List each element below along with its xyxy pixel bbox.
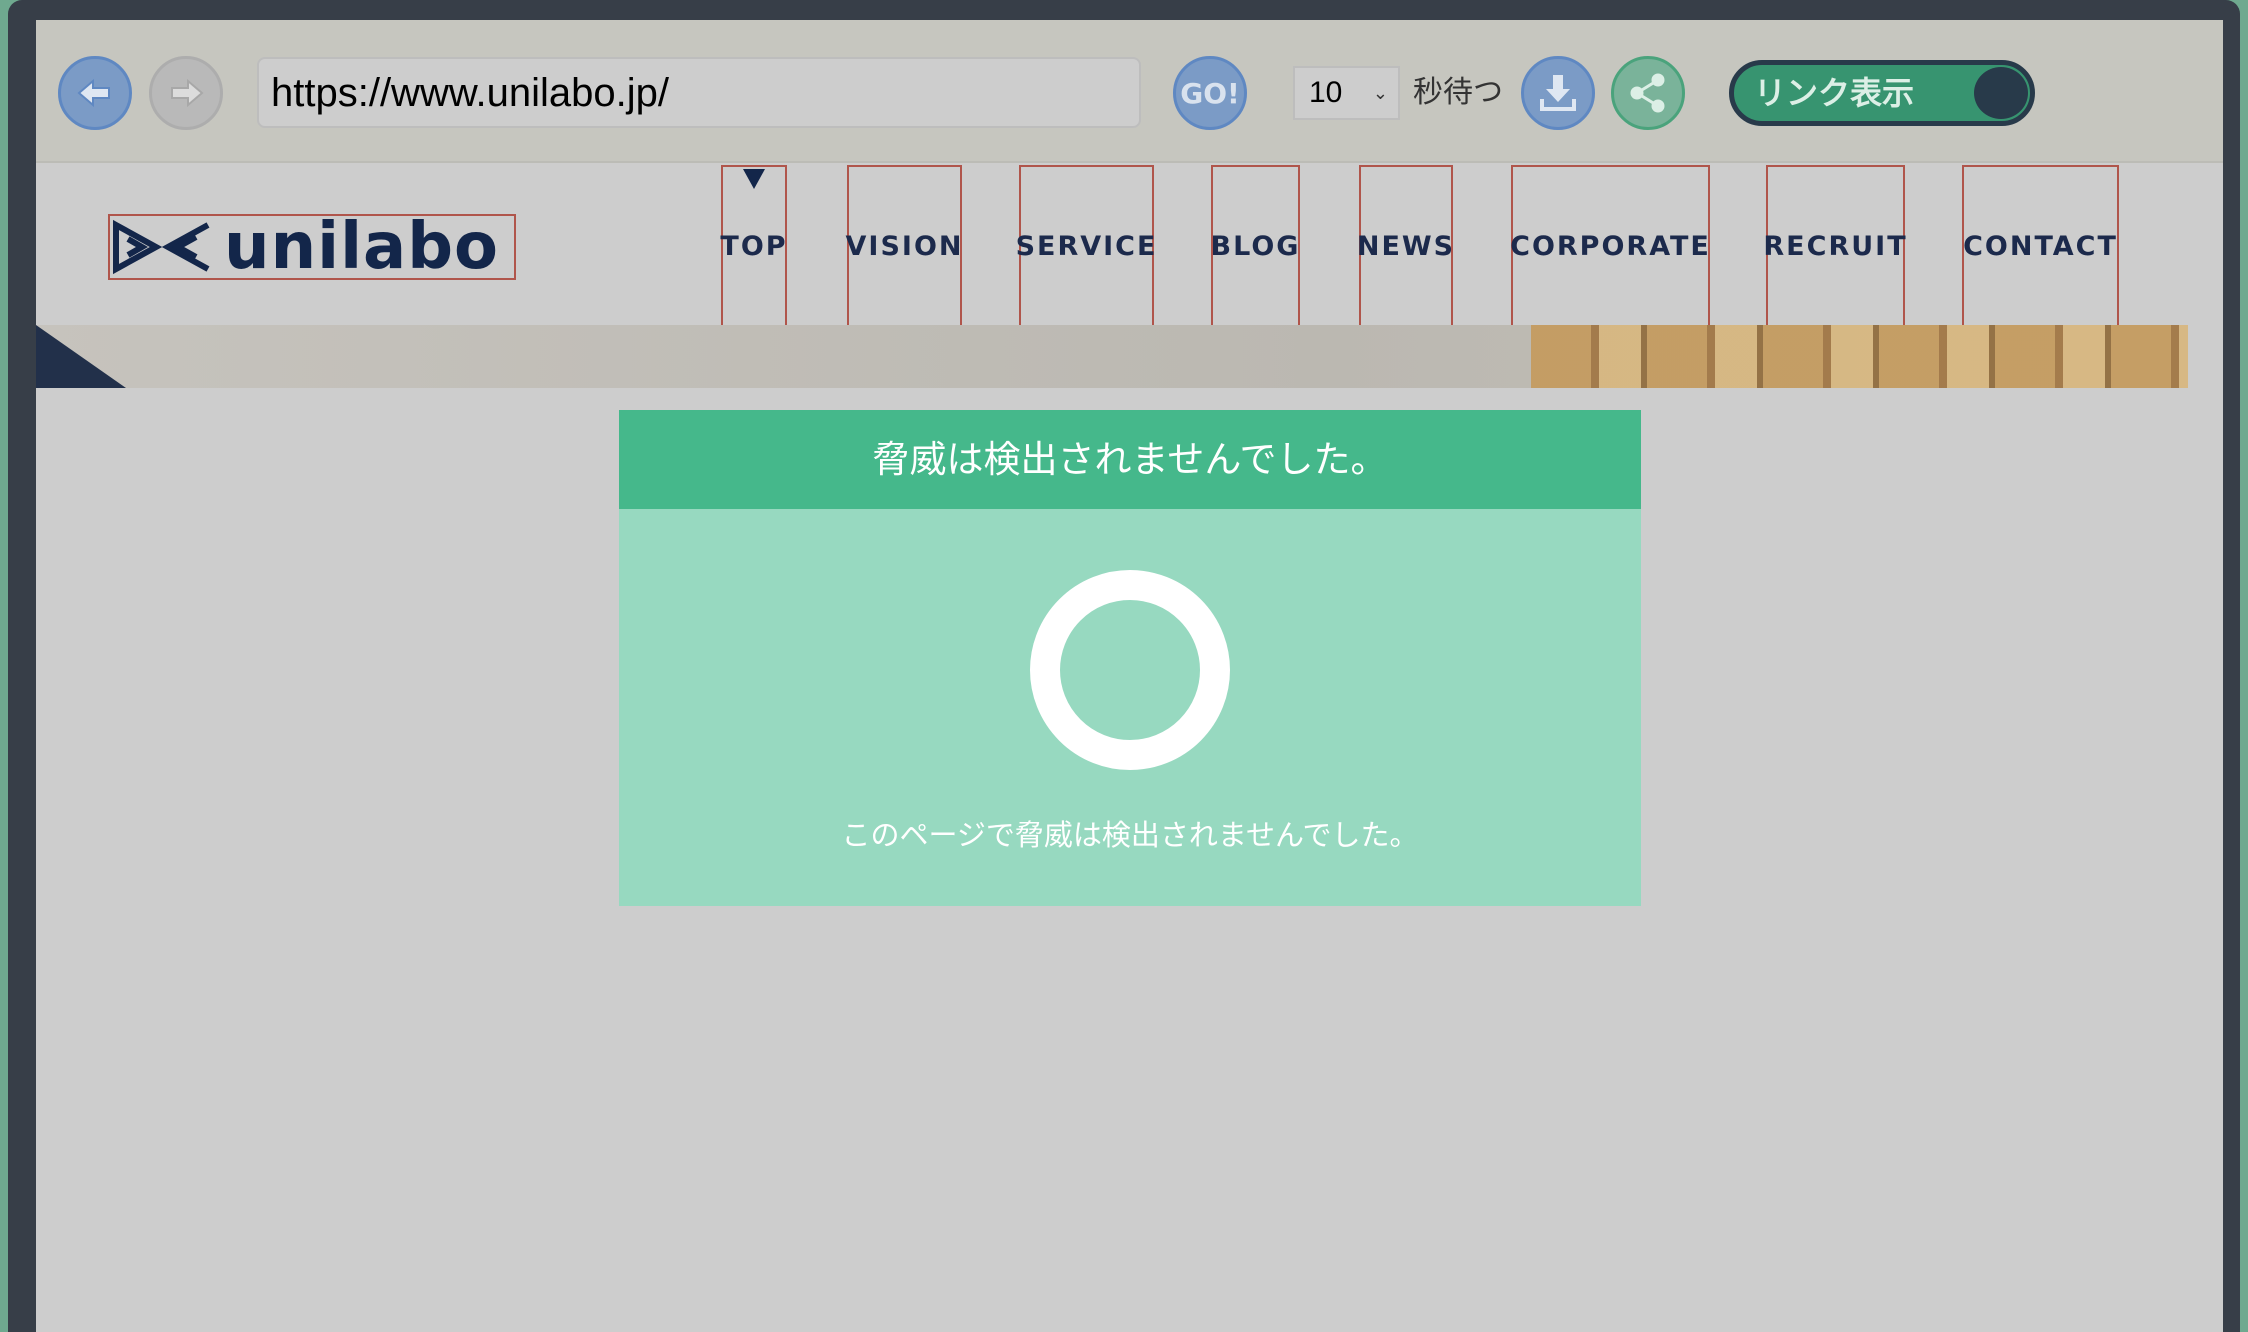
- chevron-down-icon: ⌄: [1372, 83, 1388, 103]
- nav-label: SERVICE: [1015, 230, 1158, 262]
- nav-label: TOP: [720, 230, 788, 262]
- nav-corporate[interactable]: CORPORATE: [1510, 165, 1711, 327]
- window-frame: https://www.unilabo.jp/ GO! 10 ⌄ 秒待つ リンク表…: [8, 0, 2240, 1332]
- site-logo[interactable]: unilabo: [108, 214, 516, 280]
- nav-label: RECRUIT: [1763, 230, 1908, 262]
- toggle-knob: [1974, 67, 2028, 119]
- nav-top[interactable]: TOP: [720, 165, 788, 327]
- wait-seconds-select[interactable]: 10 ⌄: [1293, 66, 1400, 120]
- toolbar: https://www.unilabo.jp/ GO! 10 ⌄ 秒待つ リンク表…: [36, 20, 2223, 163]
- logo-mark-icon: [113, 219, 210, 275]
- nav-label: VISION: [845, 230, 964, 262]
- nav-label: CONTACT: [1963, 230, 2118, 262]
- link-display-toggle[interactable]: リンク表示: [1729, 60, 2035, 126]
- share-icon: [1630, 73, 1665, 113]
- nav-label: CORPORATE: [1510, 230, 1711, 262]
- result-body: このページで脅威は検出されませんでした。: [619, 509, 1641, 906]
- result-title: 脅威は検出されませんでした。: [619, 410, 1641, 509]
- scan-result-panel: 脅威は検出されませんでした。 このページで脅威は検出されませんでした。: [619, 410, 1641, 906]
- download-icon: [1540, 75, 1576, 111]
- nav-label: NEWS: [1356, 230, 1456, 262]
- logo-text: unilabo: [224, 210, 499, 284]
- hero-banner: [36, 325, 2188, 388]
- arrow-right-icon: [171, 78, 204, 108]
- share-button[interactable]: [1611, 56, 1685, 130]
- nav-label: BLOG: [1210, 230, 1301, 262]
- url-input[interactable]: https://www.unilabo.jp/: [257, 57, 1141, 128]
- nav-blog[interactable]: BLOG: [1211, 165, 1300, 327]
- bookshelf-image: [1531, 325, 2188, 388]
- download-button[interactable]: [1521, 56, 1595, 130]
- link-display-label: リンク表示: [1754, 74, 1915, 112]
- browser-content: https://www.unilabo.jp/ GO! 10 ⌄ 秒待つ リンク表…: [36, 20, 2223, 1332]
- forward-button[interactable]: [149, 56, 223, 130]
- safe-circle-icon: [1030, 570, 1230, 770]
- result-message: このページで脅威は検出されませんでした。: [841, 818, 1419, 852]
- back-button[interactable]: [58, 56, 132, 130]
- wait-seconds-value: 10: [1309, 76, 1343, 109]
- go-button[interactable]: GO!: [1173, 56, 1247, 130]
- site-header: unilabo TOP VISION SERVICE BLOG NEWS COR…: [36, 163, 2223, 327]
- arrow-left-icon: [77, 78, 110, 108]
- current-indicator-icon: [743, 169, 765, 189]
- nav-service[interactable]: SERVICE: [1016, 165, 1155, 327]
- banner-triangle: [36, 325, 126, 388]
- nav-vision[interactable]: VISION: [845, 165, 964, 327]
- nav-contact[interactable]: CONTACT: [1962, 165, 2119, 327]
- nav-recruit[interactable]: RECRUIT: [1763, 165, 1908, 327]
- wait-label: 秒待つ: [1413, 75, 1503, 110]
- nav-news[interactable]: NEWS: [1356, 165, 1456, 327]
